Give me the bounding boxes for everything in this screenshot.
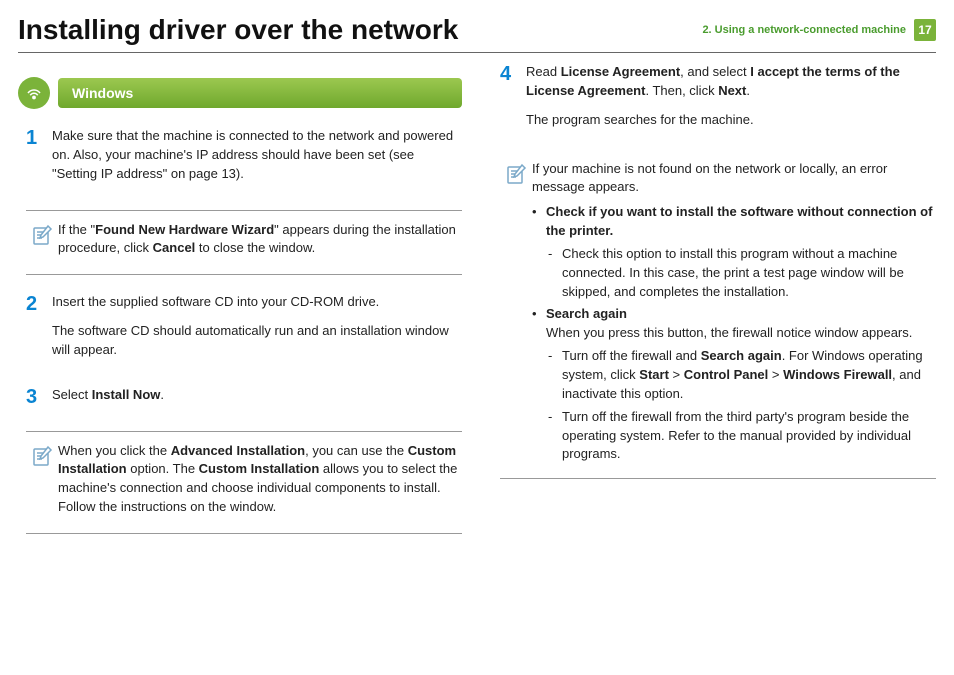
note-body: When you click the Advanced Installation… <box>58 442 462 523</box>
wifi-icon <box>18 77 50 109</box>
note-icon <box>26 442 58 523</box>
section-heading: Windows <box>18 77 462 109</box>
bullet-1: • Check if you want to install the softw… <box>532 203 936 301</box>
step-text: Make sure that the machine is connected … <box>52 127 462 194</box>
step-number: 2 <box>26 293 52 370</box>
note-3: If your machine is not found on the netw… <box>500 156 936 480</box>
step-number: 3 <box>26 386 52 415</box>
right-column: 4 Read License Agreement, and select I a… <box>492 61 936 552</box>
content: Windows 1 Make sure that the machine is … <box>0 61 954 552</box>
page-title: Installing driver over the network <box>18 14 458 46</box>
note-1: If the "Found New Hardware Wizard" appea… <box>26 210 462 276</box>
note-icon <box>26 221 58 265</box>
header-right: 2. Using a network-connected machine 17 <box>702 19 936 41</box>
step-4: 4 Read License Agreement, and select I a… <box>492 63 936 140</box>
step-number: 4 <box>500 63 526 140</box>
divider <box>18 52 936 53</box>
note-body: If your machine is not found on the netw… <box>532 160 936 469</box>
note-icon <box>500 160 532 469</box>
step-3: 3 Select Install Now. <box>18 386 462 415</box>
chapter-label: 2. Using a network-connected machine <box>702 24 906 36</box>
bullet-2: • Search again When you press this butto… <box>532 305 936 464</box>
page-number: 17 <box>914 19 936 41</box>
note-2: When you click the Advanced Installation… <box>26 431 462 534</box>
step-text: Read License Agreement, and select I acc… <box>526 63 936 140</box>
step-number: 1 <box>26 127 52 194</box>
step-1: 1 Make sure that the machine is connecte… <box>18 127 462 194</box>
note-body: If the "Found New Hardware Wizard" appea… <box>58 221 462 265</box>
step-text: Select Install Now. <box>52 386 462 415</box>
section-title: Windows <box>58 78 462 108</box>
page-header: Installing driver over the network 2. Us… <box>0 0 954 52</box>
step-2: 2 Insert the supplied software CD into y… <box>18 293 462 370</box>
step-text: Insert the supplied software CD into you… <box>52 293 462 370</box>
left-column: Windows 1 Make sure that the machine is … <box>18 61 462 552</box>
